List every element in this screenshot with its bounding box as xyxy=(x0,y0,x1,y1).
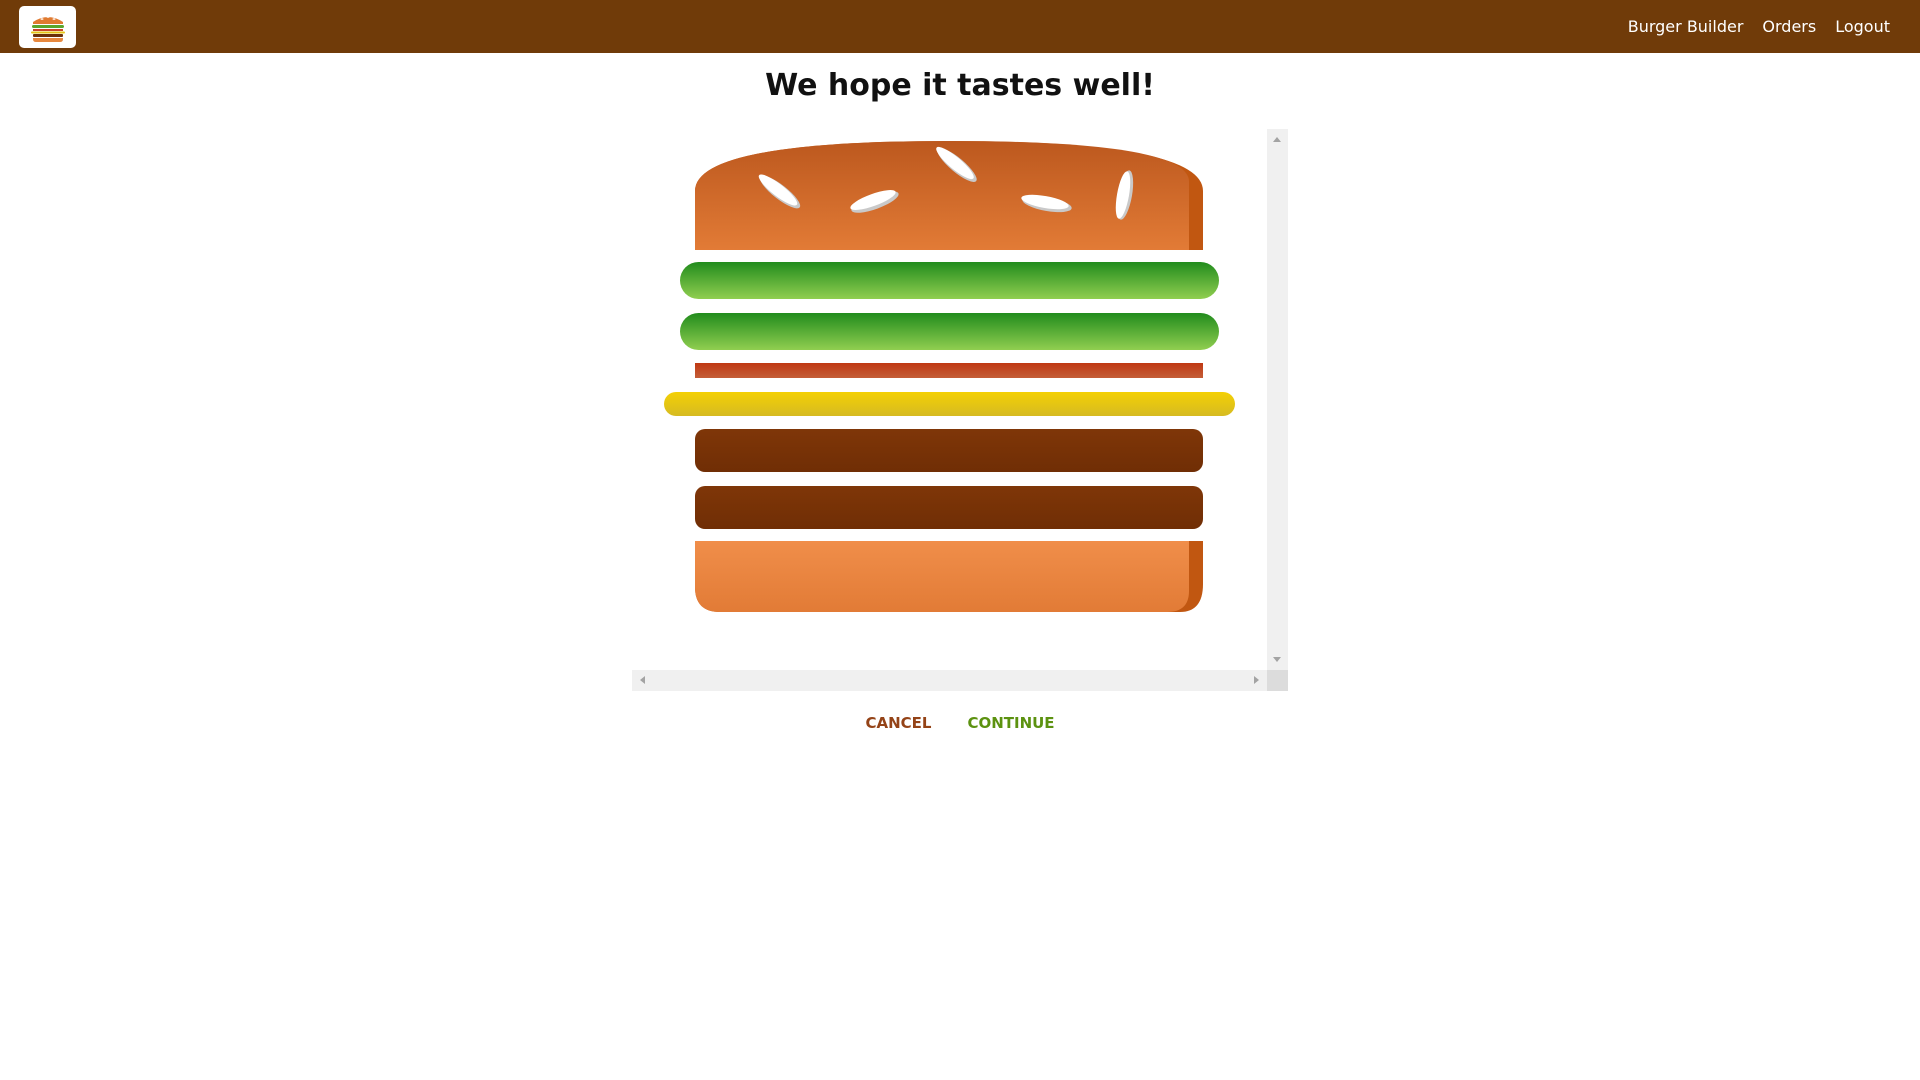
scroll-down-icon[interactable] xyxy=(1273,657,1281,662)
salad-layer xyxy=(680,313,1219,350)
nav-burger-builder[interactable]: Burger Builder xyxy=(1628,0,1744,53)
nav-logout[interactable]: Logout xyxy=(1835,0,1890,53)
vertical-scrollbar[interactable] xyxy=(1267,129,1288,670)
salad-layer xyxy=(680,262,1219,299)
nav-orders[interactable]: Orders xyxy=(1762,0,1816,53)
checkout-actions: CANCEL CONTINUE xyxy=(0,706,1920,740)
meat-layer xyxy=(695,486,1203,529)
burger-preview xyxy=(632,129,1288,691)
scroll-up-icon[interactable] xyxy=(1273,137,1281,142)
scrollbar-corner xyxy=(1267,670,1288,691)
bread-bottom xyxy=(695,541,1203,612)
cancel-button[interactable]: CANCEL xyxy=(847,706,949,740)
continue-button[interactable]: CONTINUE xyxy=(949,706,1072,740)
burger-illustration xyxy=(664,141,1235,612)
toolbar: Burger Builder Orders Logout xyxy=(0,0,1920,53)
main-navigation: Burger Builder Orders Logout xyxy=(1609,0,1890,53)
cheese-layer xyxy=(664,392,1235,416)
scroll-left-icon[interactable] xyxy=(640,676,645,684)
burger-logo-icon xyxy=(30,15,65,42)
horizontal-scrollbar[interactable] xyxy=(632,670,1267,691)
meat-layer xyxy=(695,429,1203,472)
bacon-layer xyxy=(695,363,1203,378)
bread-top xyxy=(695,141,1203,250)
scroll-right-icon[interactable] xyxy=(1254,676,1259,684)
burger-logo[interactable] xyxy=(19,5,76,48)
page-title: We hope it tastes well! xyxy=(765,68,1155,103)
